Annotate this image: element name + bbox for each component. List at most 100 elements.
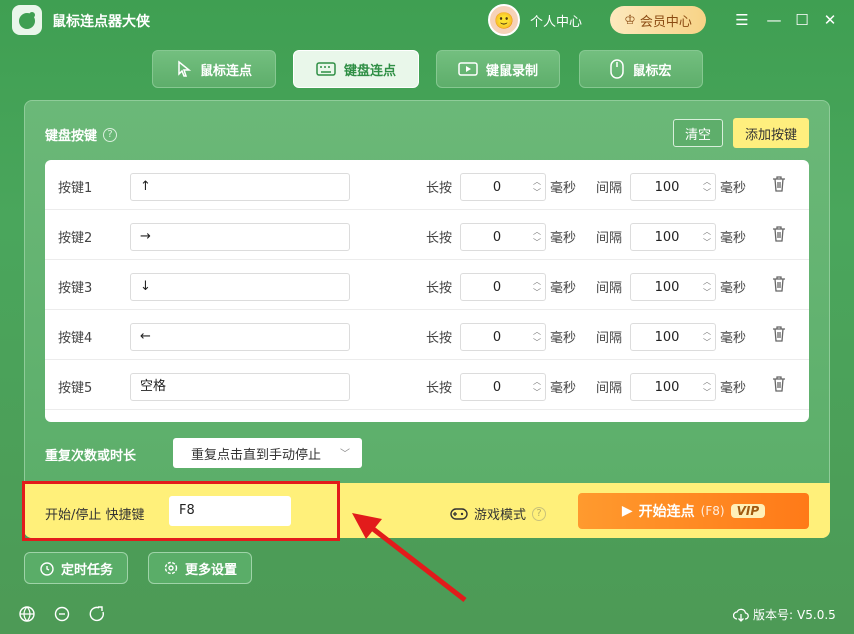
chevron-down-icon[interactable]: ﹀ — [702, 389, 712, 397]
interval-label: 间隔 — [596, 231, 623, 246]
key-input[interactable]: ← — [130, 323, 350, 351]
gear-icon — [164, 561, 178, 575]
vip-center-button[interactable]: ♔ 会员中心 — [610, 6, 706, 34]
timer-task-button[interactable]: 定时任务 — [24, 552, 128, 584]
unit-label: 毫秒 — [720, 331, 747, 346]
repeat-select[interactable]: 重复点击直到手动停止 ﹀ — [173, 438, 362, 468]
chevron-down-icon[interactable]: ﹀ — [532, 239, 542, 247]
tab-mouse-click[interactable]: 鼠标连点 — [152, 50, 276, 88]
chevron-down-icon[interactable]: ﹀ — [532, 189, 542, 197]
hold-stepper[interactable]: 0 ︿ ﹀ — [460, 373, 546, 401]
interval-stepper[interactable]: 100 ︿ ﹀ — [630, 373, 716, 401]
chevron-up-icon[interactable]: ︿ — [532, 228, 542, 236]
hold-label: 长按 — [426, 331, 453, 346]
unit-label: 毫秒 — [550, 381, 577, 396]
avatar[interactable]: 🙂 — [488, 4, 520, 36]
tab-mouse-macro[interactable]: 鼠标宏 — [579, 50, 703, 88]
game-mode-label: 游戏模式 — [474, 508, 527, 523]
cloud-download-icon — [733, 608, 749, 622]
support-icon[interactable] — [52, 604, 72, 624]
tab-label: 键盘连点 — [343, 63, 396, 79]
hold-stepper[interactable]: 0 ︿ ﹀ — [460, 173, 546, 201]
more-settings-label: 更多设置 — [184, 562, 237, 578]
trash-icon[interactable] — [771, 375, 787, 393]
minimize-icon[interactable]: — — [764, 10, 784, 30]
tab-label: 鼠标连点 — [199, 63, 252, 79]
trash-icon[interactable] — [771, 325, 787, 343]
cursor-icon — [178, 60, 192, 77]
key-label: 按键4 — [58, 331, 93, 346]
chevron-down-icon[interactable]: ﹀ — [532, 289, 542, 297]
unit-label: 毫秒 — [550, 331, 577, 346]
maximize-icon[interactable]: ☐ — [792, 10, 812, 30]
chevron-up-icon[interactable]: ︿ — [702, 378, 712, 386]
hold-value: 0 — [492, 330, 502, 345]
interval-stepper[interactable]: 100 ︿ ﹀ — [630, 173, 716, 201]
tab-label: 鼠标宏 — [632, 63, 672, 79]
menu-icon[interactable]: ☰ — [732, 10, 752, 30]
trash-icon[interactable] — [771, 175, 787, 193]
start-clicking-button[interactable]: ▶ 开始连点 (F8) VIP — [578, 493, 809, 529]
personal-center-link[interactable]: 个人中心 — [530, 11, 582, 30]
table-row: 按键4 ← 长按 0 ︿ ﹀ 毫秒 间隔 100 ︿ ﹀ 毫秒 — [45, 310, 809, 360]
key-input[interactable]: ↓ — [130, 273, 350, 301]
key-label: 按键2 — [58, 231, 93, 246]
key-input[interactable]: → — [130, 223, 350, 251]
annotation-arrow — [352, 513, 467, 602]
chevron-down-icon[interactable]: ﹀ — [702, 239, 712, 247]
chevron-up-icon[interactable]: ︿ — [532, 378, 542, 386]
alarm-clock-icon — [40, 562, 54, 576]
key-input[interactable]: ↑ — [130, 173, 350, 201]
interval-value: 100 — [654, 230, 680, 245]
repeat-label: 重复次数或时长 — [45, 449, 137, 464]
chevron-up-icon[interactable]: ︿ — [532, 328, 542, 336]
chevron-up-icon[interactable]: ︿ — [702, 328, 712, 336]
chevron-down-icon[interactable]: ﹀ — [702, 189, 712, 197]
key-label: 按键3 — [58, 281, 93, 296]
interval-label: 间隔 — [596, 281, 623, 296]
hold-stepper[interactable]: 0 ︿ ﹀ — [460, 223, 546, 251]
key-input[interactable]: 空格 — [130, 373, 350, 401]
interval-value: 100 — [654, 380, 680, 395]
hold-value: 0 — [492, 380, 502, 395]
chevron-up-icon[interactable]: ︿ — [532, 278, 542, 286]
unit-label: 毫秒 — [720, 231, 747, 246]
chevron-down-icon[interactable]: ﹀ — [532, 389, 542, 397]
table-row: 按键2 → 长按 0 ︿ ﹀ 毫秒 间隔 100 ︿ ﹀ 毫秒 — [45, 210, 809, 260]
help-icon[interactable]: ? — [532, 506, 547, 521]
chevron-up-icon[interactable]: ︿ — [532, 178, 542, 186]
chevron-up-icon[interactable]: ︿ — [702, 178, 712, 186]
tab-keyboard-click[interactable]: 键盘连点 — [293, 50, 419, 88]
interval-stepper[interactable]: 100 ︿ ﹀ — [630, 273, 716, 301]
repeat-value: 重复点击直到手动停止 — [191, 447, 322, 463]
section-title: 键盘按键 — [45, 129, 98, 144]
unit-label: 毫秒 — [720, 281, 747, 296]
hold-stepper[interactable]: 0 ︿ ﹀ — [460, 323, 546, 351]
chevron-down-icon: ﹀ — [340, 449, 350, 460]
hold-value: 0 — [492, 280, 502, 295]
table-row: 按键5 空格 长按 0 ︿ ﹀ 毫秒 间隔 100 ︿ ﹀ 毫秒 — [45, 360, 809, 410]
chevron-down-icon[interactable]: ﹀ — [702, 339, 712, 347]
tab-recording[interactable]: 键鼠录制 — [436, 50, 560, 88]
chevron-down-icon[interactable]: ﹀ — [532, 339, 542, 347]
close-icon[interactable]: ✕ — [820, 10, 840, 30]
chevron-down-icon[interactable]: ﹀ — [702, 289, 712, 297]
trash-icon[interactable] — [771, 225, 787, 243]
hold-stepper[interactable]: 0 ︿ ﹀ — [460, 273, 546, 301]
version-number: V5.0.5 — [797, 607, 836, 622]
help-icon[interactable]: ? — [103, 127, 118, 142]
unit-label: 毫秒 — [550, 231, 577, 246]
more-settings-button[interactable]: 更多设置 — [148, 552, 252, 584]
clear-button[interactable]: 清空 — [673, 119, 723, 147]
chevron-up-icon[interactable]: ︿ — [702, 278, 712, 286]
interval-stepper[interactable]: 100 ︿ ﹀ — [630, 223, 716, 251]
globe-icon[interactable] — [17, 604, 37, 624]
share-icon[interactable] — [87, 604, 107, 624]
add-key-button[interactable]: 添加按键 — [733, 118, 809, 148]
hold-label: 长按 — [426, 281, 453, 296]
interval-stepper[interactable]: 100 ︿ ﹀ — [630, 323, 716, 351]
trash-icon[interactable] — [771, 275, 787, 293]
unit-label: 毫秒 — [550, 281, 577, 296]
chevron-up-icon[interactable]: ︿ — [702, 228, 712, 236]
app-title: 鼠标连点器大侠 — [52, 14, 150, 30]
